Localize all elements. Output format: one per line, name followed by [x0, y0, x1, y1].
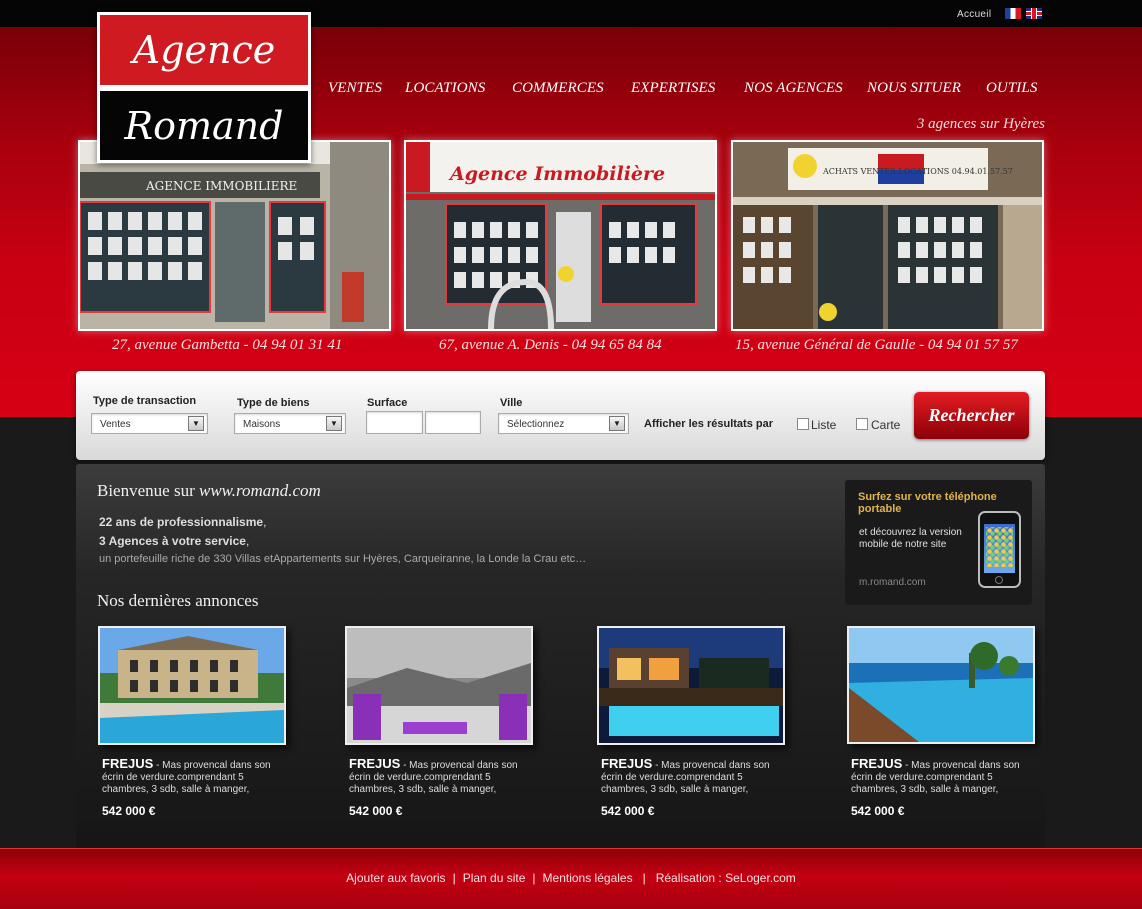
nav-item-ventes[interactable]: VENTES [328, 80, 382, 97]
intro-line-1-text: 22 ans de professionnalisme [99, 515, 264, 529]
transaction-label: Type de transaction [93, 395, 197, 407]
logo[interactable]: Agence Romand [97, 12, 311, 163]
listing-city: FREJUS [102, 756, 154, 771]
nav-item-nous-situer[interactable]: NOUS SITUER [867, 80, 961, 97]
listing-price: 542 000 € [102, 804, 156, 818]
mobile-promo[interactable]: Surfez sur votre téléphone portable et d… [845, 480, 1032, 605]
listing-card[interactable]: FREJUS - Mas provencal dans son écrin de… [597, 626, 785, 818]
chevron-down-icon: ▼ [326, 416, 342, 431]
intro-line-1-end: , [263, 515, 267, 529]
footer-link-favorites[interactable]: Ajouter aux favoris [346, 871, 445, 885]
city-select[interactable]: Sélectionnez ▼ [498, 413, 629, 434]
english-flag-icon[interactable] [1026, 8, 1042, 19]
search-bar: Type de transaction Ventes ▼ Type de bie… [76, 371, 1045, 460]
french-flag-icon[interactable] [1005, 8, 1021, 19]
listing-city: FREJUS [851, 756, 903, 771]
latest-listings-title: Nos dernières annonces [97, 591, 259, 610]
mobile-promo-desc: et découvrez la version mobile de notre … [859, 527, 962, 550]
transaction-value: Ventes [100, 419, 131, 430]
welcome-prefix: Bienvenue sur [97, 481, 199, 500]
listing-description: FREJUS - Mas provencal dans son écrin de… [851, 756, 1036, 796]
city-label: Ville [500, 397, 523, 409]
agency-sign-denis: Agence Immobilière [448, 163, 665, 185]
listing-city: FREJUS [601, 756, 653, 771]
search-button[interactable]: Rechercher [914, 392, 1029, 439]
listing-description: FREJUS - Mas provencal dans son écrin de… [349, 756, 534, 796]
listing-card[interactable]: FREJUS - Mas provencal dans son écrin de… [847, 626, 1035, 818]
nav-item-locations[interactable]: LOCATIONS [405, 80, 485, 97]
listing-price: 542 000 € [349, 804, 403, 818]
intro-line-2-text: 3 Agences à votre service [99, 534, 246, 548]
listing-description: FREJUS - Mas provencal dans son écrin de… [601, 756, 786, 796]
logo-line-1: Agence [132, 28, 276, 72]
listing-card[interactable]: FREJUS - Mas provencal dans son écrin de… [345, 626, 533, 818]
intro-line-1: 22 ans de professionnalisme, [99, 515, 266, 529]
chevron-down-icon: ▼ [609, 416, 625, 431]
footer-link-legal[interactable]: Mentions légales [543, 871, 633, 885]
chevron-down-icon: ▼ [188, 416, 204, 431]
agency-photo-gambetta[interactable]: AGENCE IMMOBILIERE [78, 140, 391, 331]
property-type-select[interactable]: Maisons ▼ [234, 413, 346, 434]
list-checkbox[interactable] [797, 418, 809, 430]
footer: Ajouter aux favoris | Plan du site | Mention… [0, 848, 1142, 909]
property-type-label: Type de biens [237, 397, 310, 409]
listing-city: FREJUS [349, 756, 401, 771]
footer-links: Ajouter aux favoris | Plan du site | Mention… [0, 871, 1142, 885]
nav-item-expertises[interactable]: EXPERTISES [631, 80, 715, 97]
main-content: Bienvenue sur www.romand.com 22 ans de p… [76, 464, 1045, 848]
agency-sign-de-gaulle: ACHATS VENTES LOCATIONS 04.94.01.57.57 [822, 167, 1013, 176]
footer-separator: | [532, 871, 536, 885]
surface-min-input[interactable] [366, 411, 423, 434]
agency-address-denis: 67, avenue A. Denis - 04 94 65 84 84 [439, 337, 662, 353]
listing-price: 542 000 € [851, 804, 905, 818]
intro-line-2-end: , [245, 534, 250, 548]
nav-item-outils[interactable]: OUTILS [986, 80, 1037, 97]
map-checkbox-label: Carte [871, 418, 901, 432]
smartphone-icon [978, 511, 1021, 588]
nav-item-nos-agences[interactable]: NOS AGENCES [744, 80, 843, 97]
agency-address-gambetta: 27, avenue Gambetta - 04 94 01 31 41 [112, 337, 343, 353]
footer-link-sitemap[interactable]: Plan du site [463, 871, 526, 885]
listing-photo[interactable] [98, 626, 286, 745]
nav-item-commerces[interactable]: COMMERCES [512, 80, 604, 97]
list-checkbox-label: Liste [811, 418, 837, 432]
home-link[interactable]: Accueil [957, 9, 991, 20]
agency-address-de-gaulle: 15, avenue Général de Gaulle - 04 94 01 … [735, 337, 1018, 353]
listing-card[interactable]: FREJUS - Mas provencal dans son écrin de… [98, 626, 286, 818]
logo-line-2: Romand [124, 104, 284, 148]
agency-photo-de-gaulle[interactable]: ACHATS VENTES LOCATIONS 04.94.01.57.57 [731, 140, 1044, 331]
welcome-site-link[interactable]: www.romand.com [199, 481, 321, 500]
intro-line-2: 3 Agences à votre service, [99, 534, 249, 548]
intro-line-3: un portefeuille riche de 330 Villas etAp… [99, 553, 587, 565]
listing-photo[interactable] [847, 626, 1035, 744]
tagline: 3 agences sur Hyères [916, 116, 1045, 132]
footer-separator: | [452, 871, 456, 885]
agency-sign-gambetta: AGENCE IMMOBILIERE [145, 179, 297, 193]
listing-photo[interactable] [345, 626, 533, 745]
transaction-select[interactable]: Ventes ▼ [91, 413, 208, 434]
welcome-title: Bienvenue sur www.romand.com [97, 481, 321, 501]
listing-photo[interactable] [597, 626, 785, 745]
listing-price: 542 000 € [601, 804, 655, 818]
footer-link-credits[interactable]: Réalisation : SeLoger.com [656, 871, 796, 885]
map-checkbox[interactable] [856, 418, 868, 430]
agency-photo-denis[interactable]: Agence Immobilière [404, 140, 717, 331]
city-value: Sélectionnez [507, 419, 565, 430]
surface-label: Surface [367, 397, 408, 409]
surface-max-input[interactable] [425, 411, 481, 434]
property-type-value: Maisons [243, 419, 281, 430]
listing-description: FREJUS - Mas provencal dans son écrin de… [102, 756, 287, 796]
display-results-label: Afficher les résultats par [644, 418, 773, 430]
mobile-promo-url[interactable]: m.romand.com [859, 577, 926, 588]
footer-separator: | [642, 871, 646, 885]
